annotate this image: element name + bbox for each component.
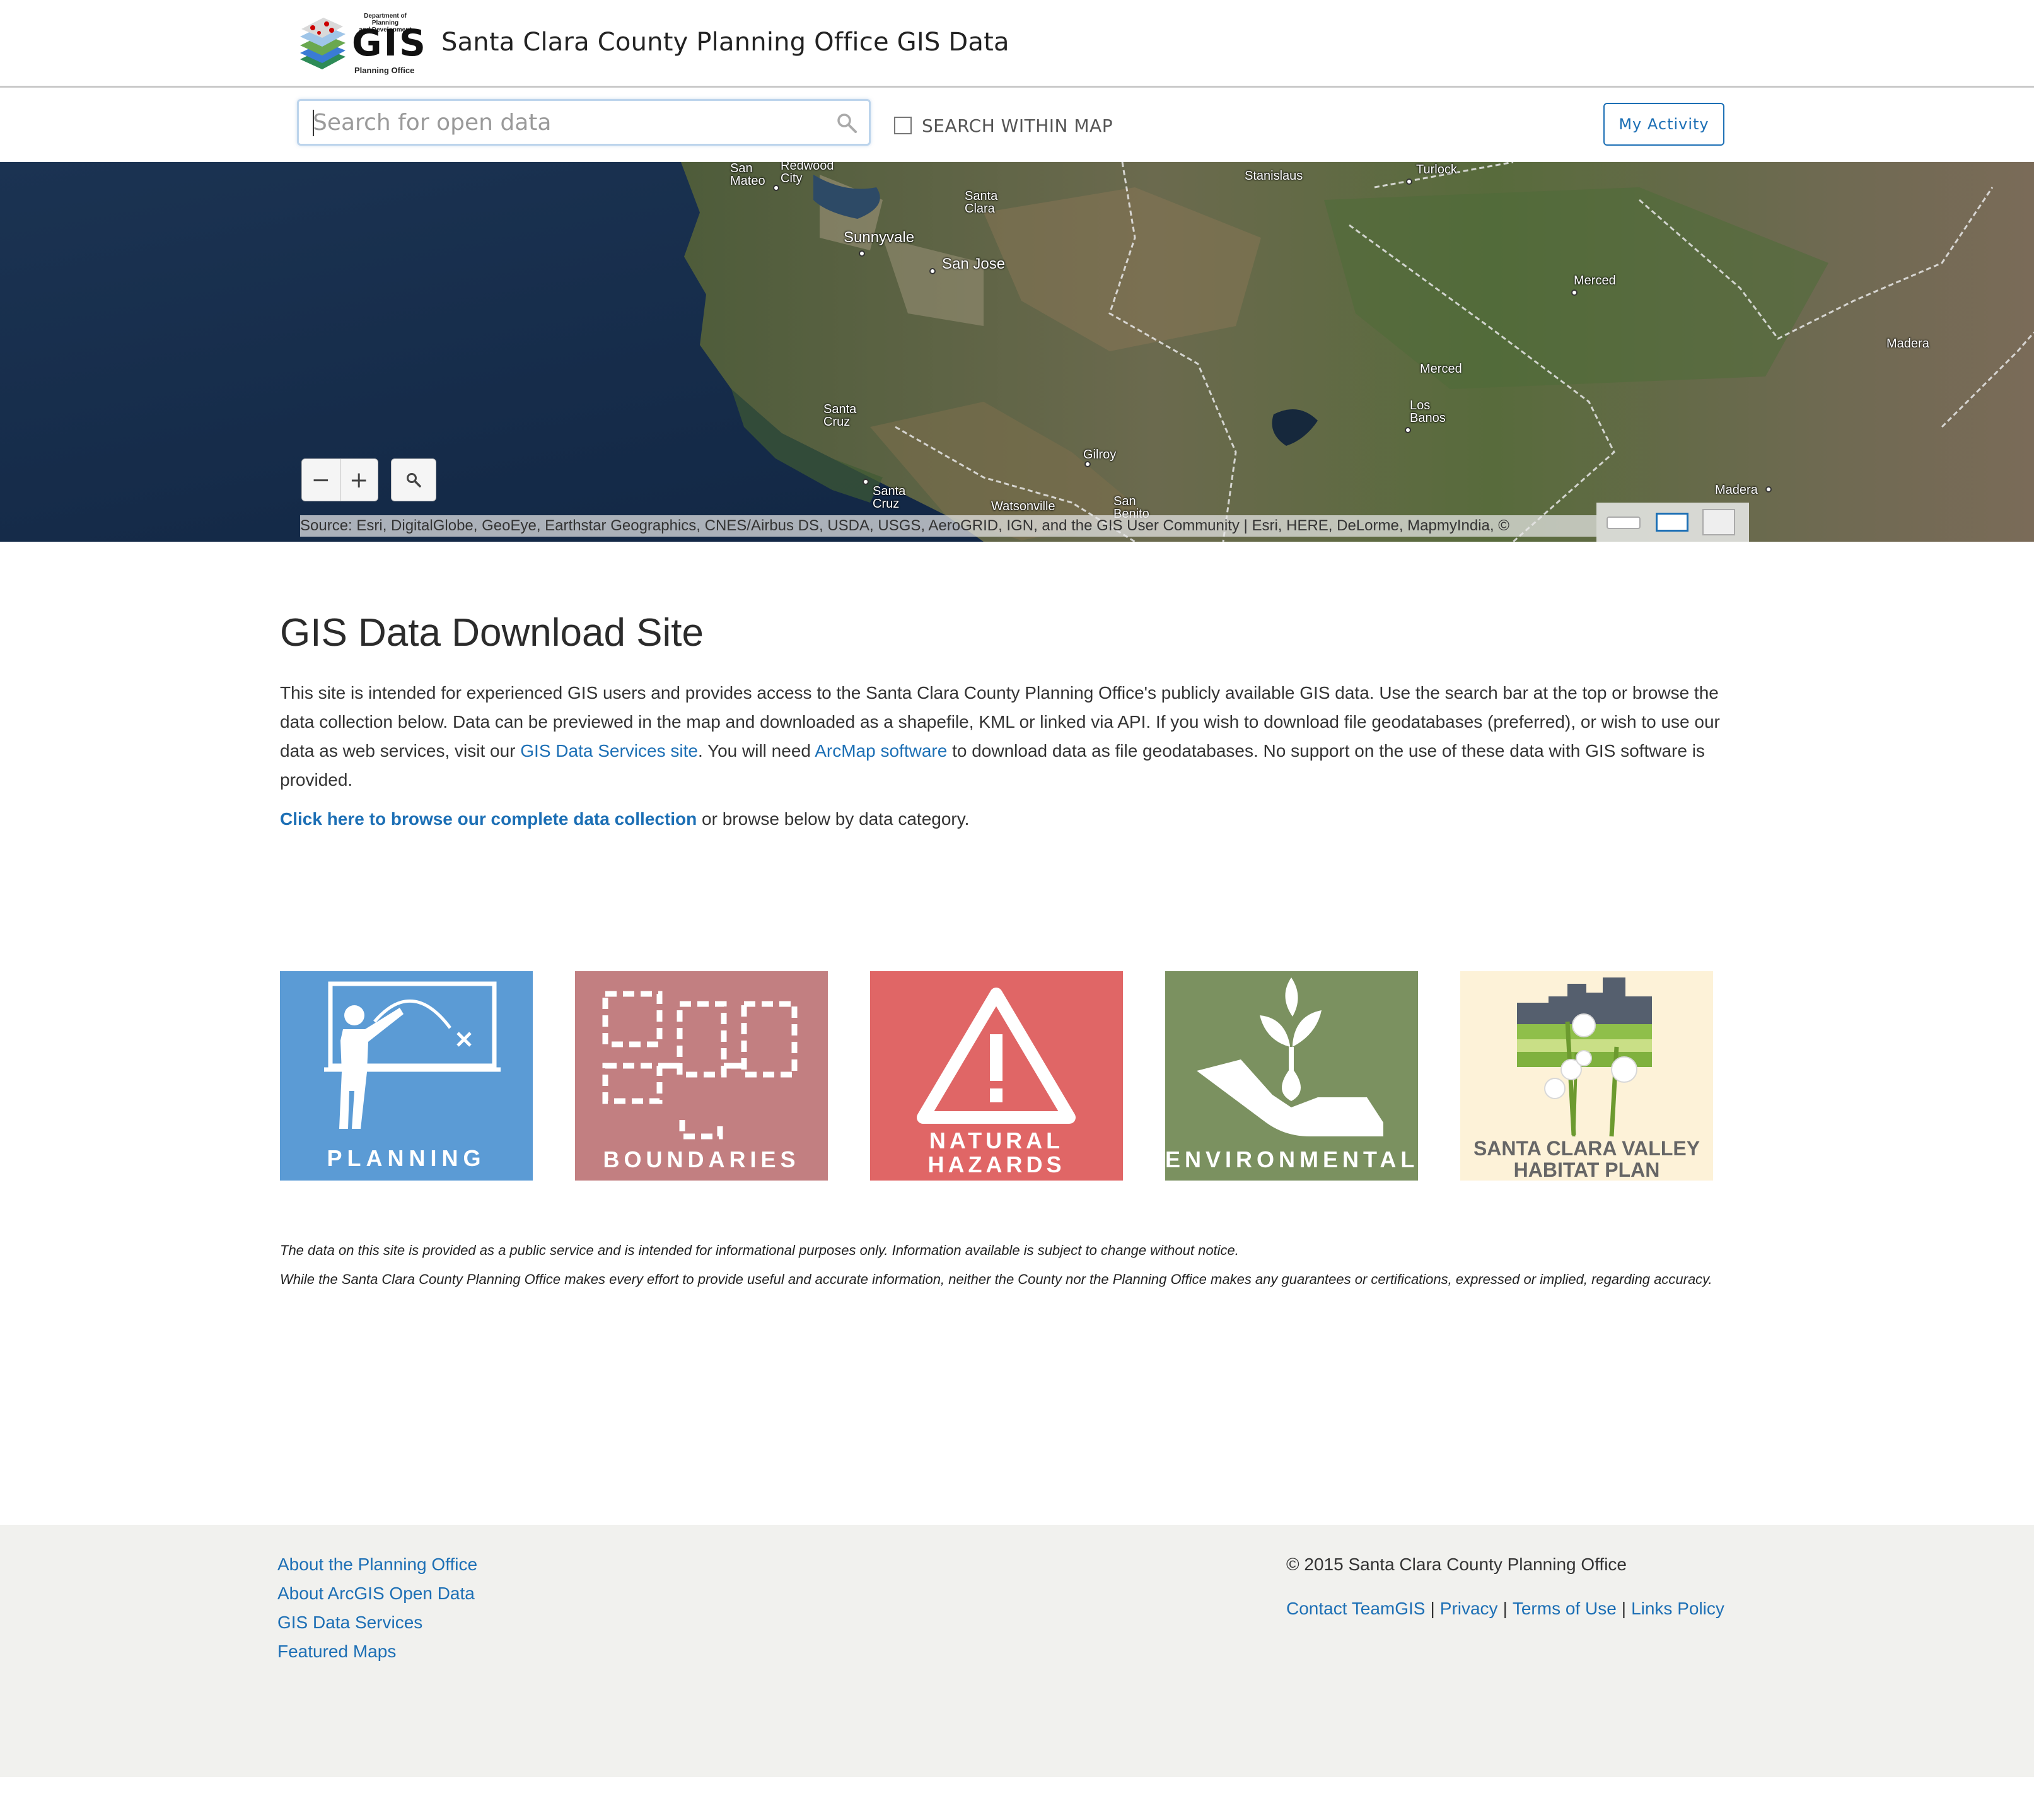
place-label-san-jose: San Jose [942,255,1006,272]
category-label-line: SANTA CLARA VALLEY [1473,1137,1700,1160]
disclaimer: The data on this site is provided as a p… [280,1236,1730,1294]
place-label-redwood-city: Redwood City [781,162,834,185]
zoom-control: − + [301,458,378,501]
footer-link-about-planning-office[interactable]: About the Planning Office [277,1555,477,1574]
basemap-switcher [1596,503,1749,542]
place-marker [1406,178,1412,185]
magnifier-icon [407,473,421,487]
category-tile-environmental[interactable]: ENVIRONMENTAL [1165,971,1418,1181]
basemap-option-imagery[interactable] [1656,513,1688,532]
category-label-planning: PLANNING [327,1145,486,1171]
place-label-madera: Madera [1715,483,1758,497]
browse-text: or browse below by data category. [697,809,970,829]
category-label-line: NATURAL [929,1128,1064,1153]
page-title: GIS Data Download Site [280,611,704,655]
site-footer: About the Planning Office About ArcGIS O… [0,1525,2034,1777]
place-label-stanislaus: Stanislaus [1245,169,1303,183]
map-attribution: Source: Esri, DigitalGlobe, GeoEye, Eart… [300,515,1596,537]
place-label-merced-county: Merced [1420,362,1462,376]
place-marker [1571,289,1578,296]
search-within-map-toggle[interactable]: SEARCH WITHIN MAP [894,113,1113,138]
category-tile-natural-hazards[interactable]: NATURAL HAZARDS [870,971,1123,1181]
my-activity-button[interactable]: My Activity [1603,103,1724,146]
footer-link-about-arcgis-open-data[interactable]: About ArcGIS Open Data [277,1584,475,1603]
browse-collection-link[interactable]: Click here to browse our complete data c… [280,809,697,829]
category-tile-planning[interactable]: PLANNING [280,971,533,1181]
category-tiles: PLANNING BOUNDARIES NATURAL HAZARDS ENVI… [280,971,1714,1181]
site-header: Department of Planning and Development G… [0,0,2034,88]
arcmap-software-link[interactable]: ArcMap software [815,741,947,761]
place-label-madera-county: Madera [1886,337,1929,351]
category-label-line: HABITAT PLAN [1513,1158,1660,1181]
place-label-sunnyvale: Sunnyvale [844,229,915,246]
links-policy-link[interactable]: Links Policy [1631,1599,1724,1618]
place-label-watsonville: Watsonville [991,499,1055,513]
zoom-out-button[interactable]: − [302,459,340,501]
legal-links: Contact TeamGIS | Privacy | Terms of Use | Lin… [1286,1594,1724,1623]
place-label-santa-clara: Santa Clara [965,189,998,216]
site-title[interactable]: Santa Clara County Planning Office GIS D… [441,28,1009,57]
privacy-link[interactable]: Privacy [1440,1599,1498,1618]
place-marker [1084,461,1091,467]
category-tile-boundaries[interactable]: BOUNDARIES [575,971,828,1181]
footer-link-gis-data-services[interactable]: GIS Data Services [277,1613,422,1632]
disclaimer-line: The data on this site is provided as a p… [280,1242,1239,1258]
place-label-gilroy: Gilroy [1083,448,1117,462]
place-marker [859,250,865,257]
separator: | [1502,1599,1508,1618]
place-label-los-banos: Los Banos [1410,399,1446,425]
category-label-line: HAZARDS [927,1152,1066,1177]
text-cursor [313,110,314,136]
logo-office-text: Planning Office [354,66,415,75]
map-search-button[interactable] [391,458,436,501]
contact-teamgis-link[interactable]: Contact TeamGIS [1286,1599,1425,1618]
place-label-merced: Merced [1574,274,1616,288]
separator: | [1621,1599,1627,1618]
category-label-habitat-plan: SANTA CLARA VALLEY HABITAT PLAN [1460,1138,1713,1181]
search-icon[interactable] [836,112,857,134]
category-label-boundaries: BOUNDARIES [603,1146,800,1172]
logo-gis-text: GIS [352,21,427,64]
place-label-santa-cruz: Santa Cruz [873,484,906,511]
map-view[interactable]: San Mateo Redwood City Santa Clara Sunny… [0,162,2034,542]
place-marker [863,479,869,485]
basemap-option-streets[interactable] [1607,516,1641,529]
category-label-natural-hazards: NATURAL HAZARDS [870,1129,1123,1177]
place-marker [773,185,779,191]
place-marker [1765,486,1772,493]
search-input[interactable] [311,106,818,139]
place-marker [1405,427,1411,433]
basemap-option-topo[interactable] [1702,509,1735,535]
separator: | [1430,1599,1435,1618]
search-within-map-label[interactable]: SEARCH WITHIN MAP [922,115,1113,136]
category-label-environmental: ENVIRONMENTAL [1165,1146,1418,1172]
terms-of-use-link[interactable]: Terms of Use [1513,1599,1617,1618]
place-label-santa-cruz-county: Santa Cruz [823,402,857,429]
intro-text: . You will need [697,741,815,761]
layers-logo-icon [300,18,346,69]
gis-data-services-link[interactable]: GIS Data Services site [520,741,698,761]
place-label-turlock: Turlock [1416,163,1457,177]
footer-link-featured-maps[interactable]: Featured Maps [277,1642,396,1661]
search-within-map-checkbox[interactable] [894,117,912,134]
place-marker [929,268,936,274]
category-tile-habitat-plan[interactable]: SANTA CLARA VALLEY HABITAT PLAN [1460,971,1713,1181]
browse-line: Click here to browse our complete data c… [280,809,969,829]
search-toolbar: SEARCH WITHIN MAP My Activity [0,88,2034,163]
search-box[interactable] [297,99,871,146]
intro-paragraph: This site is intended for experienced GI… [280,679,1743,795]
zoom-in-button[interactable]: + [340,459,378,501]
copyright: © 2015 Santa Clara County Planning Offic… [1286,1555,1627,1574]
place-label-san-mateo: San Mateo [730,162,765,188]
gis-logo[interactable]: Department of Planning and Development G… [294,11,427,75]
disclaimer-line: While the Santa Clara County Planning Of… [280,1271,1712,1287]
footer-links: About the Planning Office About ArcGIS O… [277,1550,477,1666]
